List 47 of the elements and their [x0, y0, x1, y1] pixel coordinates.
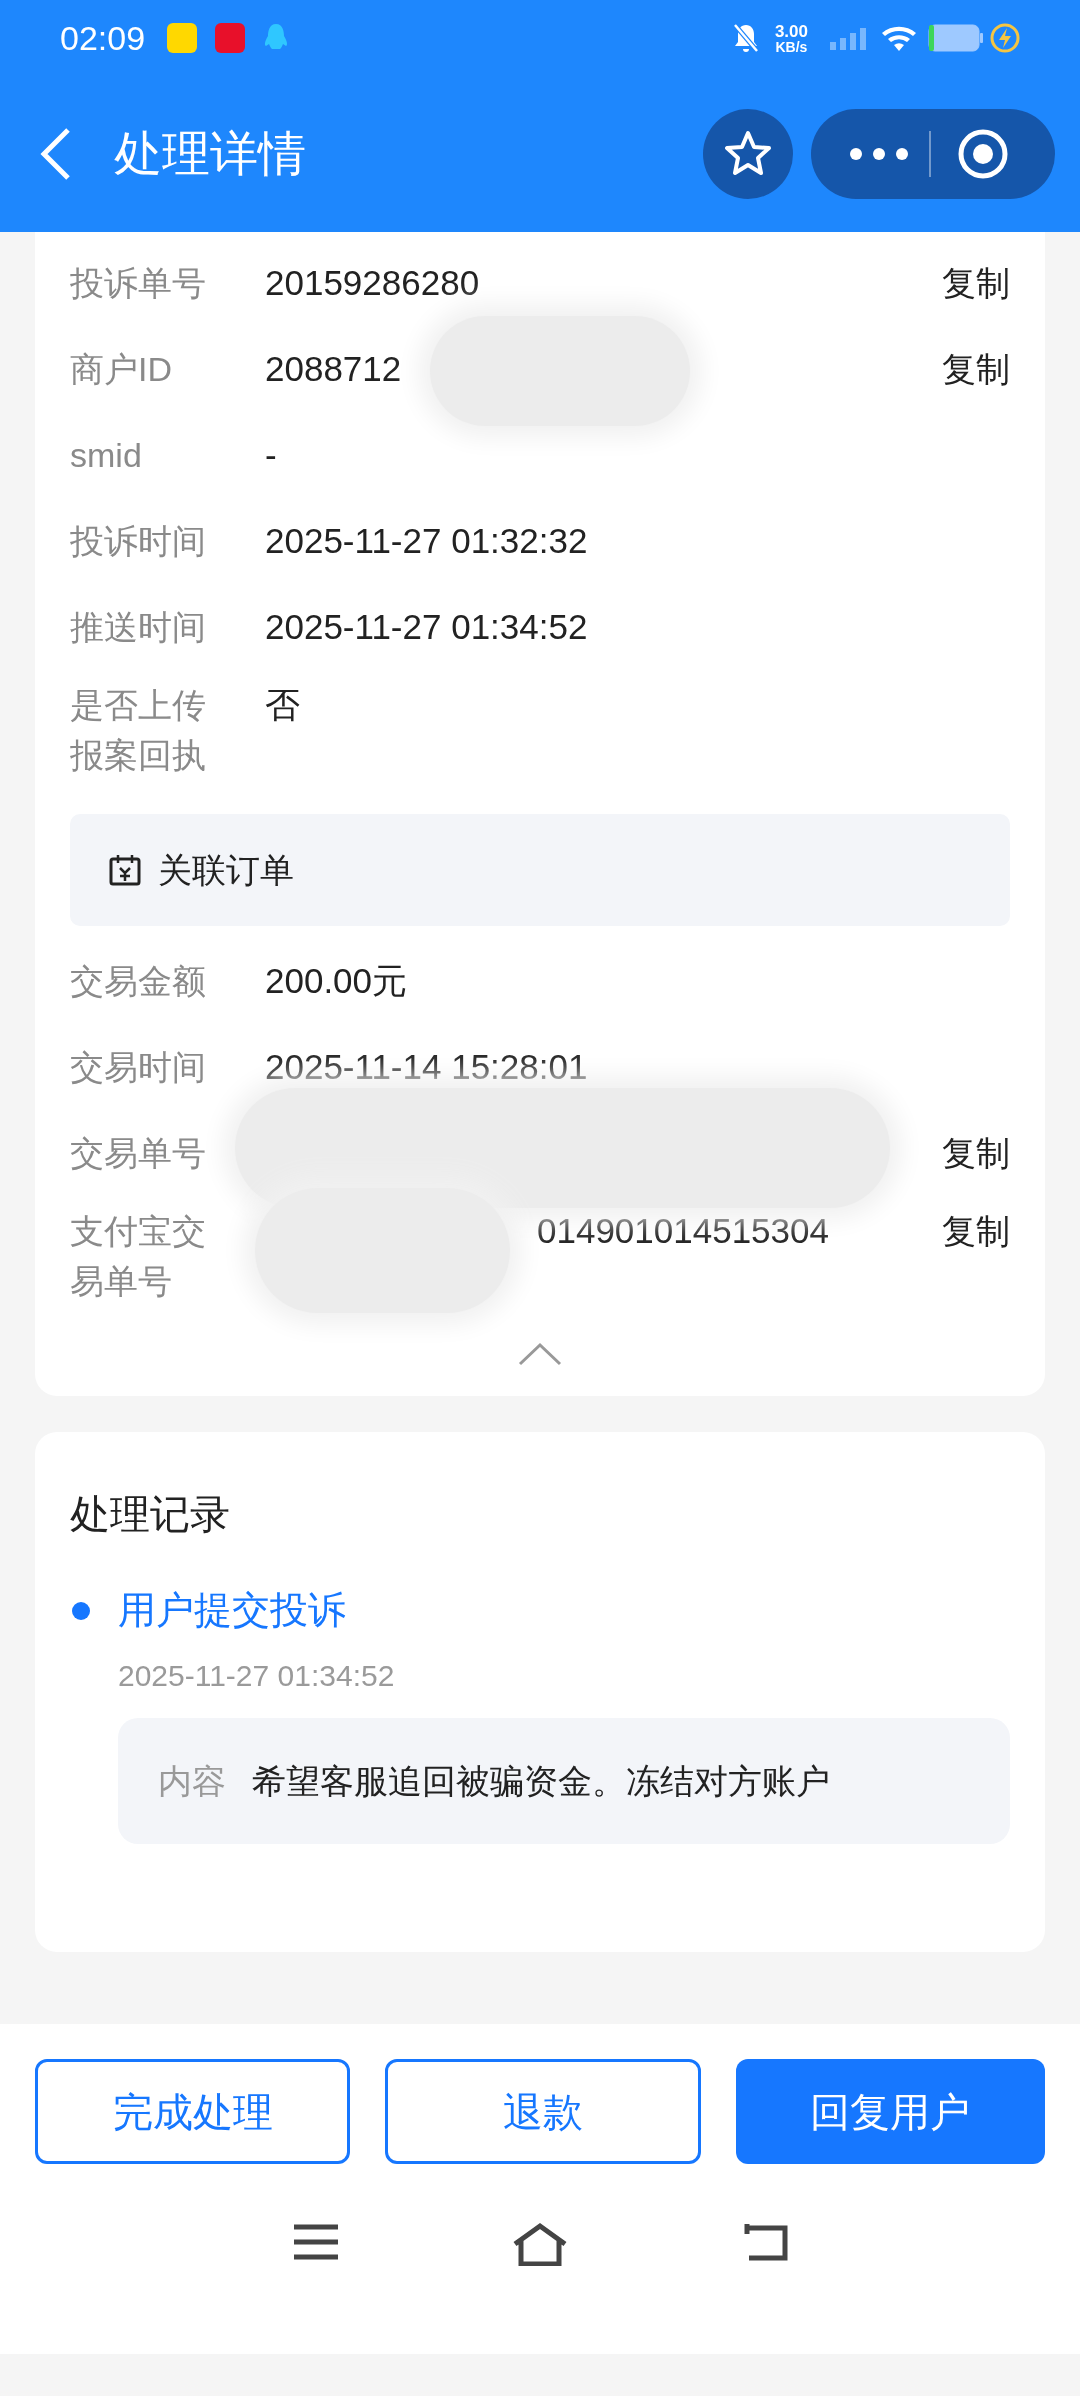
app-icon — [167, 23, 198, 53]
copy-link[interactable]: 复制 — [942, 1128, 1010, 1178]
field-label: 交易时间 — [70, 1047, 207, 1088]
page-title: 处理详情 — [114, 126, 306, 182]
field-value: 否 — [265, 684, 300, 726]
field-label: 支付宝交易单号 — [70, 1211, 207, 1302]
field-label: 投诉单号 — [70, 263, 207, 304]
field-label: 投诉时间 — [70, 521, 207, 562]
record-title: 用户提交投诉 — [118, 1588, 346, 1633]
net-speed: 3.00 — [774, 22, 808, 40]
battery-icon — [928, 24, 984, 52]
field-label: 推送时间 — [70, 607, 207, 648]
net-unit: KB/s — [775, 39, 808, 54]
field-value: 200.00元 — [265, 960, 408, 1002]
action-button[interactable]: 退款 — [385, 2059, 701, 2164]
section-title: 处理记录 — [70, 1491, 231, 1538]
related-order-title: 关联订单 — [158, 849, 294, 891]
field-label: 商户ID — [70, 349, 173, 390]
field-value: 2025-11-14 15:28:01 — [265, 1046, 588, 1088]
copy-link[interactable]: 复制 — [942, 344, 1010, 394]
action-button[interactable]: 回复用户 — [735, 2059, 1045, 2164]
copy-link[interactable]: 复制 — [942, 258, 1010, 308]
field-value: - — [265, 434, 277, 476]
signal-icon — [830, 26, 866, 50]
action-button[interactable]: 完成处理 — [35, 2059, 351, 2164]
collapse-icon[interactable] — [518, 1342, 562, 1366]
more-icon[interactable] — [849, 147, 909, 161]
calendar-icon — [108, 853, 142, 887]
menu-icon[interactable] — [291, 2222, 341, 2262]
field-value: 20159286280 — [265, 262, 480, 304]
status-time: 02:09 — [60, 17, 146, 59]
field-label: 交易单号 — [70, 1133, 207, 1174]
content-text: 希望客服追回被骗资金。冻结对方账户 — [252, 1760, 830, 1802]
field-value: 2025-11-27 01:32:32 — [265, 520, 588, 562]
close-mini-program-icon[interactable] — [957, 128, 1009, 180]
record-time: 2025-11-27 01:34:52 — [118, 1658, 396, 1694]
field-label: 是否上传报案回执 — [70, 685, 207, 776]
content-label: 内容 — [158, 1760, 226, 1802]
home-icon[interactable] — [511, 2222, 569, 2266]
field-label: 交易金额 — [70, 961, 207, 1002]
app-icon — [215, 23, 246, 53]
charging-icon — [990, 23, 1020, 53]
field-value: 2025-11-27 01:34:52 — [265, 606, 588, 648]
field-value: 2088712 — [265, 348, 402, 390]
copy-link[interactable]: 复制 — [942, 1206, 1010, 1256]
field-value: 014901014515304 — [536, 1210, 829, 1252]
field-label: smid — [70, 435, 143, 476]
